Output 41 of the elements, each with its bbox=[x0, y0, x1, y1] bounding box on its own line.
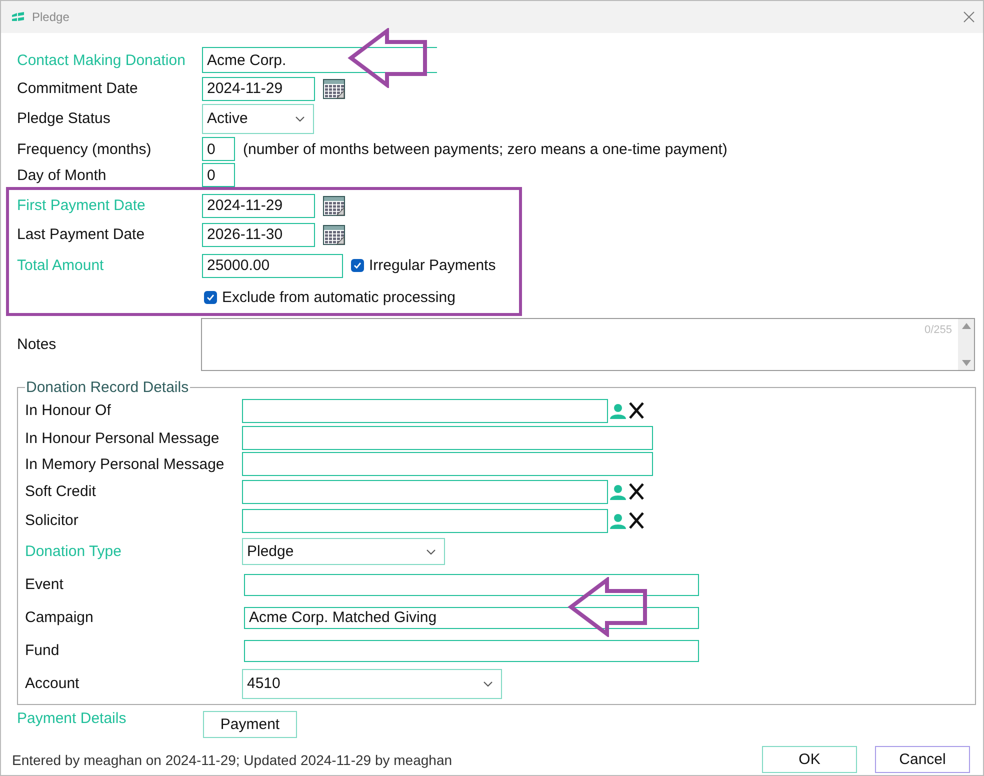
status-dropdown[interactable]: Active bbox=[202, 104, 314, 134]
payment-button[interactable]: Payment bbox=[203, 710, 297, 738]
field-label: Commitment Date bbox=[17, 80, 139, 97]
field-label: In Memory Personal Message bbox=[25, 456, 226, 472]
field-label: Fund bbox=[25, 642, 60, 659]
field-label: Day of Month bbox=[17, 166, 108, 184]
contact-field[interactable]: Acme Corp. bbox=[202, 47, 437, 73]
field-label: Last Payment Date bbox=[17, 226, 146, 243]
type-dropdown[interactable]: Pledge bbox=[242, 538, 445, 565]
field-label: In Honour Of bbox=[25, 402, 112, 419]
number-field[interactable]: 0 bbox=[202, 163, 235, 187]
entry-field[interactable]: Acme Corp. Matched Giving bbox=[244, 606, 699, 628]
account-dropdown[interactable]: 4510 bbox=[242, 668, 502, 698]
number-field[interactable]: 0 bbox=[202, 137, 235, 161]
date-field[interactable]: 2024-11-29 bbox=[202, 194, 315, 218]
amount-field[interactable]: 25000.00 bbox=[202, 254, 343, 278]
dialog-button[interactable]: Cancel bbox=[875, 746, 970, 773]
field-label: Frequency (months) bbox=[17, 140, 152, 158]
dialog-button[interactable]: OK bbox=[762, 746, 857, 773]
field-label: Solicitor bbox=[25, 512, 80, 529]
field-label: Event bbox=[25, 576, 64, 593]
field-label: Pledge Status bbox=[17, 110, 112, 127]
field-label: Payment Details bbox=[17, 709, 128, 727]
field-label: Soft Credit bbox=[25, 483, 97, 500]
audit-text: Entered by meaghan on 2024-11-29; Updated 2024-11-29 by meaghan bbox=[12, 752, 454, 768]
date-field[interactable]: 2026-11-30 bbox=[202, 222, 315, 246]
field-label: Contact Making Donation bbox=[17, 52, 186, 68]
panel-legend: Donation Record Details bbox=[25, 379, 190, 396]
field-label: In Honour Personal Message bbox=[25, 430, 220, 446]
field-label: Donation Type bbox=[25, 543, 122, 560]
field-label: Account bbox=[25, 675, 80, 692]
field-label: First Payment Date bbox=[17, 197, 146, 214]
checkbox[interactable]: Irregular Payments bbox=[351, 257, 496, 274]
date-field[interactable]: 2024-11-29 bbox=[202, 76, 315, 100]
checkbox[interactable]: Exclude from automatic processing bbox=[204, 288, 519, 306]
hint-text: (number of months between payments; zero means a one-time payment) bbox=[243, 140, 728, 158]
field-label: Notes bbox=[17, 336, 58, 353]
field-label: Total Amount bbox=[17, 257, 105, 274]
window-title: Pledge bbox=[32, 10, 70, 24]
field-label: Campaign bbox=[25, 609, 94, 626]
character-counter: 0/255 bbox=[924, 323, 953, 338]
